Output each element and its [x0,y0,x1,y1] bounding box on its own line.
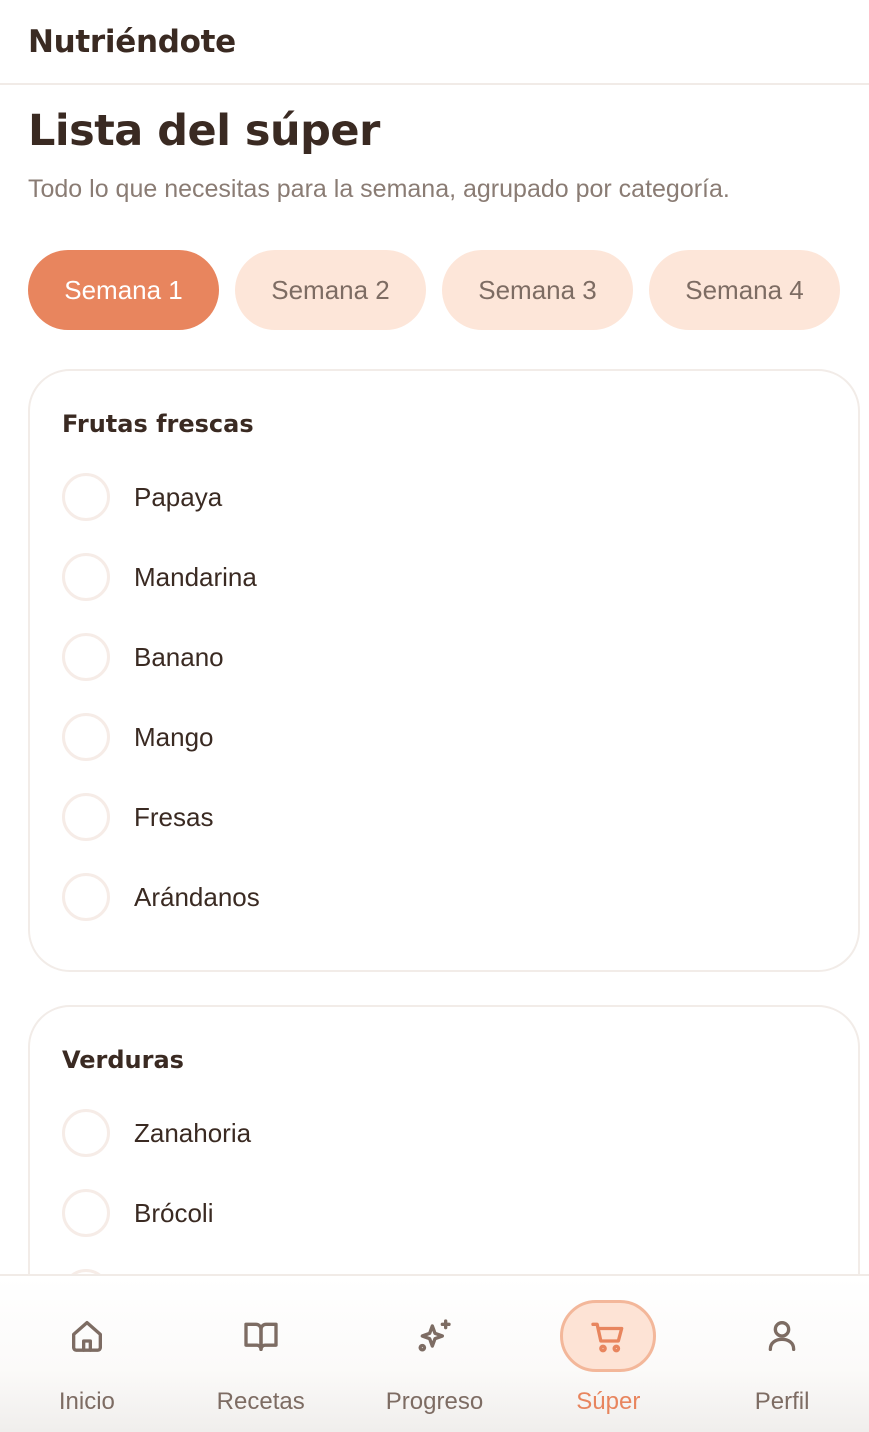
item-list: Papaya Mandarina Banano Mango Fresas Ará… [62,457,826,937]
nav-label: Recetas [216,1388,305,1415]
nav-item-recetas[interactable]: Recetas [174,1276,348,1432]
list-item[interactable]: Papaya [62,457,826,537]
nav-label: Perfil [754,1388,810,1415]
list-item[interactable]: Fresas [62,777,826,857]
book-icon [213,1300,309,1372]
nav-item-inicio[interactable]: Inicio [0,1276,174,1432]
category-title: Verduras [62,1046,184,1074]
nav-item-perfil[interactable]: Perfil [695,1276,869,1432]
list-item[interactable]: Mandarina [62,537,826,617]
nav-label: Súper [576,1388,641,1415]
item-checkbox[interactable] [62,1189,110,1237]
nav-item-super[interactable]: Súper [521,1276,695,1432]
item-checkbox[interactable] [62,473,110,521]
nav-label: Inicio [58,1388,115,1415]
bottom-nav: Inicio Recetas Progreso Súper Perfil [0,1274,869,1432]
week-tab-1[interactable]: Semana 1 [28,250,219,331]
item-checkbox[interactable] [62,1109,110,1157]
item-label: Zanahoria [134,1117,252,1148]
nav-label: Progreso [385,1388,484,1415]
week-tab-2[interactable]: Semana 2 [235,250,426,331]
home-icon [39,1300,135,1372]
list-item[interactable]: Arándanos [62,857,826,937]
item-checkbox[interactable] [62,553,110,601]
page-subtitle: Todo lo que necesitas para la semana, ag… [28,175,730,204]
user-icon [734,1300,830,1372]
item-checkbox[interactable] [62,793,110,841]
brand-name: Nutriéndote [28,23,236,60]
page-title: Lista del súper [28,106,380,156]
sparkles-icon [386,1300,482,1372]
nav-item-progreso[interactable]: Progreso [348,1276,522,1432]
list-item[interactable]: Zanahoria [62,1093,826,1173]
week-tab-3[interactable]: Semana 3 [442,250,633,331]
item-label: Brócoli [134,1197,214,1228]
list-item[interactable]: Brócoli [62,1173,826,1253]
item-label: Mango [134,721,214,752]
list-item[interactable]: Mango [62,697,826,777]
week-tab-4[interactable]: Semana 4 [649,250,840,331]
item-label: Fresas [134,801,214,832]
list-item[interactable]: Banano [62,617,826,697]
item-checkbox[interactable] [62,873,110,921]
page-heading: Lista del súper Todo lo que necesitas pa… [0,85,869,204]
top-bar: Nutriéndote [0,0,869,85]
week-selector: Semana 1 Semana 2 Semana 3 Semana 4 [0,250,869,331]
item-checkbox[interactable] [62,713,110,761]
category-card-frutas: Frutas frescas Papaya Mandarina Banano M… [28,369,860,972]
item-label: Arándanos [134,881,260,912]
category-title: Frutas frescas [62,410,254,438]
item-label: Mandarina [134,561,257,592]
app-screen: Nutriéndote Lista del súper Todo lo que … [0,0,869,1432]
cart-icon [560,1300,657,1372]
item-label: Banano [134,641,224,672]
item-label: Papaya [134,481,223,512]
item-checkbox[interactable] [62,633,110,681]
